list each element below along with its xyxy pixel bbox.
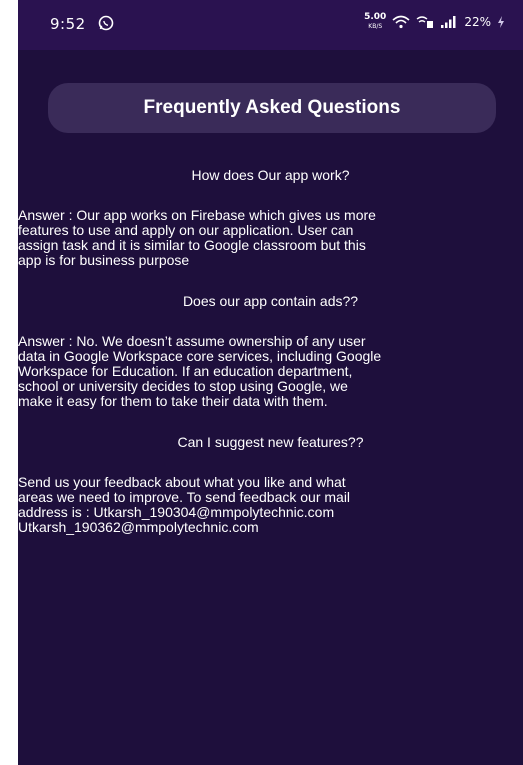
- wifi-icon: [392, 15, 410, 29]
- faq-answer: Answer : Our app works on Firebase which…: [18, 208, 523, 268]
- answer-line: make it easy for them to take their data…: [18, 393, 328, 409]
- faq-answer: Send us your feedback about what you lik…: [18, 475, 523, 535]
- answer-line: data in Google Workspace core services, …: [18, 348, 382, 364]
- answer-line: assign task and it is similar to Google …: [18, 237, 366, 253]
- bolt-icon: [498, 16, 504, 28]
- answer-line: Send us your feedback about what you lik…: [18, 474, 346, 490]
- battery-level: 22%: [464, 15, 491, 29]
- signal-icon: [441, 16, 456, 28]
- answer-line: app is for business purpose: [18, 252, 190, 268]
- answer-line: Workspace for Education. If an education…: [18, 363, 353, 379]
- answer-line: Answer : Our app works on Firebase which…: [18, 207, 376, 223]
- answer-line: features to use and apply on our applica…: [18, 222, 354, 238]
- page-title: Frequently Asked Questions: [143, 97, 401, 118]
- faq-item: Can I suggest new features?? Send us you…: [18, 433, 523, 535]
- answer-line: areas we need to improve. To send feedba…: [18, 489, 351, 505]
- answer-line: school or university decides to stop usi…: [18, 378, 348, 394]
- faq-answer: Answer : No. We doesn’t assume ownership…: [18, 334, 523, 409]
- answer-line: Answer : No. We doesn’t assume ownership…: [18, 333, 366, 349]
- faq-question: How does Our app work?: [191, 167, 350, 183]
- faq-item: How does Our app work? Answer : Our app …: [18, 166, 523, 268]
- answer-line: address is : Utkarsh_190304@mmpolytechni…: [18, 504, 335, 520]
- answer-line: Utkarsh_190362@mmpolytechnic.com: [18, 519, 259, 535]
- status-icons: 5.00 KB/S 22%: [364, 13, 505, 31]
- status-time: 9:52: [50, 15, 86, 33]
- net-speed: 5.00 KB/S: [364, 13, 386, 31]
- app-screen: 9:52 5.00 KB/S 22% Frequently Asked Ques…: [18, 0, 523, 765]
- faq-item: Does our app contain ads?? Answer : No. …: [18, 292, 523, 409]
- faq-list: How does Our app work? Answer : Our app …: [18, 150, 523, 559]
- net-speed-value: 5.00: [364, 12, 387, 22]
- status-bar: 9:52 5.00 KB/S 22%: [18, 0, 523, 50]
- whatsapp-icon: [98, 15, 114, 31]
- net-speed-unit: KB/S: [368, 23, 383, 30]
- volte-icon: [416, 16, 434, 28]
- faq-question: Can I suggest new features??: [177, 434, 364, 450]
- title-card: Frequently Asked Questions: [48, 83, 496, 133]
- faq-question: Does our app contain ads??: [182, 293, 359, 309]
